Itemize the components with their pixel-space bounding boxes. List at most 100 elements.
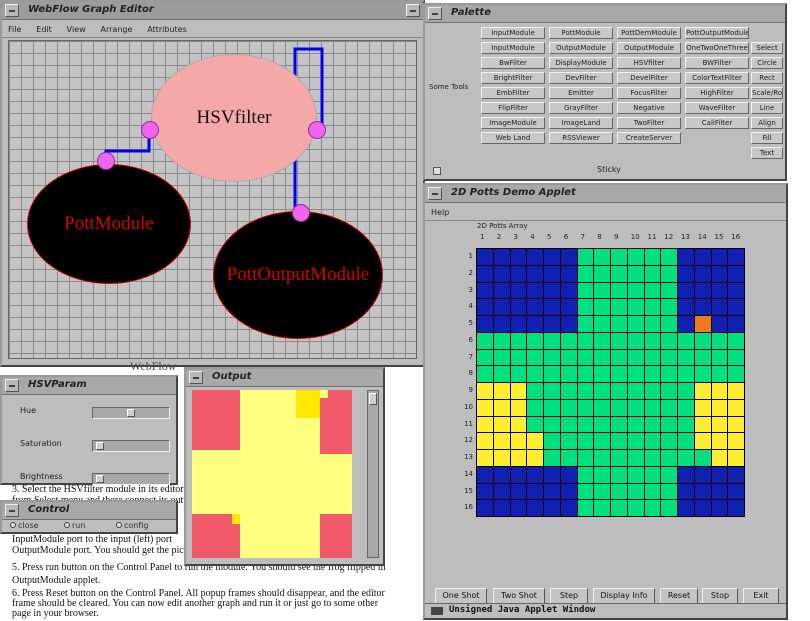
- palette-tool-button[interactable]: Align: [751, 117, 783, 129]
- window-menu-icon[interactable]: [189, 371, 203, 384]
- output-scrollbar[interactable]: [367, 390, 379, 558]
- minimize-icon[interactable]: [406, 4, 420, 17]
- pottmodule-node[interactable]: PottModule: [27, 164, 191, 284]
- pott-output-port[interactable]: [97, 152, 115, 170]
- palette-button[interactable]: DisplayModule: [549, 57, 613, 69]
- palette-button[interactable]: EmbFilter: [481, 87, 545, 99]
- potts-cell: [728, 265, 744, 282]
- hsvparam-titlebar[interactable]: HSVParam: [2, 377, 176, 395]
- palette-tool-button[interactable]: Line: [751, 102, 783, 114]
- palette-button[interactable]: DevelFilter: [617, 72, 681, 84]
- palette-button[interactable]: OutputModule: [549, 42, 613, 54]
- palette-button[interactable]: ImageModule: [481, 117, 545, 129]
- palette-button[interactable]: InputModule: [481, 42, 545, 54]
- palette-button[interactable]: PottDemModule: [617, 27, 681, 39]
- graph-editor-titlebar[interactable]: WebFlow Graph Editor: [2, 2, 423, 20]
- palette-button[interactable]: PottOutputModule: [685, 27, 749, 39]
- potts-cell: [644, 282, 661, 299]
- applet-button[interactable]: Step: [550, 588, 588, 604]
- output-titlebar[interactable]: Output: [186, 369, 383, 387]
- output-input-port[interactable]: [292, 204, 310, 222]
- palette-button[interactable]: BrightFilter: [481, 72, 545, 84]
- graph-canvas[interactable]: HSVfilter PottModule PottOutputModule: [8, 40, 417, 359]
- config-radio[interactable]: config: [116, 521, 148, 530]
- palette-titlebar[interactable]: Palette: [425, 5, 785, 23]
- hsv-slider-thumb[interactable]: [96, 442, 105, 450]
- hsv-output-port[interactable]: [308, 121, 326, 139]
- palette-button[interactable]: Negative: [617, 102, 681, 114]
- potts-cell: [611, 383, 627, 399]
- palette-button[interactable]: Emitter: [549, 87, 613, 99]
- palette-button[interactable]: OutputModule: [617, 42, 681, 54]
- palette-button[interactable]: HighFilter: [685, 87, 749, 99]
- potts-applet-titlebar[interactable]: 2D Potts Demo Applet: [425, 185, 786, 203]
- palette-button[interactable]: GrayFilter: [549, 102, 613, 114]
- palette-button[interactable]: BWFilter: [685, 57, 749, 69]
- menu-arrange[interactable]: Arrange: [95, 22, 139, 38]
- palette-button[interactable]: InputModule: [481, 27, 545, 39]
- potts-cell: [510, 282, 527, 299]
- potts-cell: [627, 433, 644, 449]
- palette-button[interactable]: CaliFilter: [685, 117, 749, 129]
- palette-button[interactable]: FocusFilter: [617, 87, 681, 99]
- palette-button[interactable]: WaveFilter: [685, 102, 749, 114]
- palette-tool-button[interactable]: Fill: [751, 132, 783, 144]
- palette-button[interactable]: CreateServer: [617, 132, 681, 144]
- output-scroll-thumb[interactable]: [369, 393, 377, 405]
- window-menu-icon[interactable]: [5, 504, 19, 517]
- applet-button[interactable]: One Shot: [435, 588, 487, 604]
- palette-button[interactable]: ColorTextFilter: [685, 72, 749, 84]
- palette-tool-button[interactable]: Rect: [751, 72, 783, 84]
- hsvfilter-node[interactable]: HSVfilter: [151, 54, 317, 182]
- hsv-slider[interactable]: [92, 440, 170, 452]
- potts-cell: [527, 450, 543, 466]
- hsv-input-port[interactable]: [141, 121, 159, 139]
- potts-cell: [661, 399, 677, 416]
- run-radio[interactable]: run: [64, 521, 85, 530]
- hsv-slider-thumb[interactable]: [96, 475, 105, 483]
- hsv-slider[interactable]: [92, 473, 170, 485]
- palette-tool-button[interactable]: Select: [751, 42, 783, 54]
- sticky-checkbox[interactable]: [433, 167, 441, 175]
- window-menu-icon[interactable]: [5, 4, 19, 17]
- close-radio[interactable]: close: [10, 521, 39, 530]
- hsv-slider[interactable]: [92, 407, 170, 419]
- potts-cell: [477, 265, 493, 282]
- palette-button[interactable]: HSVfilter: [617, 57, 681, 69]
- potts-grid[interactable]: [476, 248, 745, 517]
- window-menu-icon[interactable]: [5, 379, 19, 392]
- palette-button[interactable]: FlipFilter: [481, 102, 545, 114]
- control-titlebar[interactable]: Control: [2, 502, 176, 520]
- palette-button[interactable]: PottModule: [549, 27, 613, 39]
- potts-cell: [493, 332, 510, 349]
- menu-file[interactable]: File: [2, 22, 27, 38]
- potts-cell: [611, 433, 627, 449]
- window-menu-icon[interactable]: [428, 7, 442, 20]
- palette-button[interactable]: TwoFilter: [617, 117, 681, 129]
- palette-tool-button[interactable]: Text: [751, 147, 783, 159]
- potts-cell: [527, 500, 543, 516]
- applet-button[interactable]: Display Info: [593, 588, 655, 604]
- palette-button[interactable]: Web Land: [481, 132, 545, 144]
- pottoutputmodule-node[interactable]: PottOutputModule: [213, 211, 383, 339]
- palette-button[interactable]: ImageLand: [549, 117, 613, 129]
- menu-edit[interactable]: Edit: [30, 22, 58, 38]
- hsvfilter-node-label: HSVfilter: [196, 107, 272, 128]
- applet-button[interactable]: Reset: [660, 588, 698, 604]
- hsv-slider-thumb[interactable]: [127, 409, 135, 417]
- potts-cell: [493, 416, 510, 433]
- palette-tool-button[interactable]: Circle: [751, 57, 783, 69]
- window-menu-icon[interactable]: [428, 187, 442, 200]
- palette-button[interactable]: DevFilter: [549, 72, 613, 84]
- menu-attributes[interactable]: Attributes: [141, 22, 193, 38]
- palette-button[interactable]: RSSViewer: [549, 132, 613, 144]
- applet-button[interactable]: Two Shot: [493, 588, 545, 604]
- potts-cell: [477, 366, 493, 382]
- applet-button[interactable]: Exit: [743, 588, 779, 604]
- palette-tool-button[interactable]: Scale/Rot: [751, 87, 783, 99]
- palette-button[interactable]: BwFilter: [481, 57, 545, 69]
- menu-view[interactable]: View: [61, 22, 92, 38]
- palette-button[interactable]: OneTwoOneThree: [685, 42, 749, 54]
- applet-button[interactable]: Stop: [702, 588, 738, 604]
- menu-help[interactable]: Help: [425, 205, 455, 221]
